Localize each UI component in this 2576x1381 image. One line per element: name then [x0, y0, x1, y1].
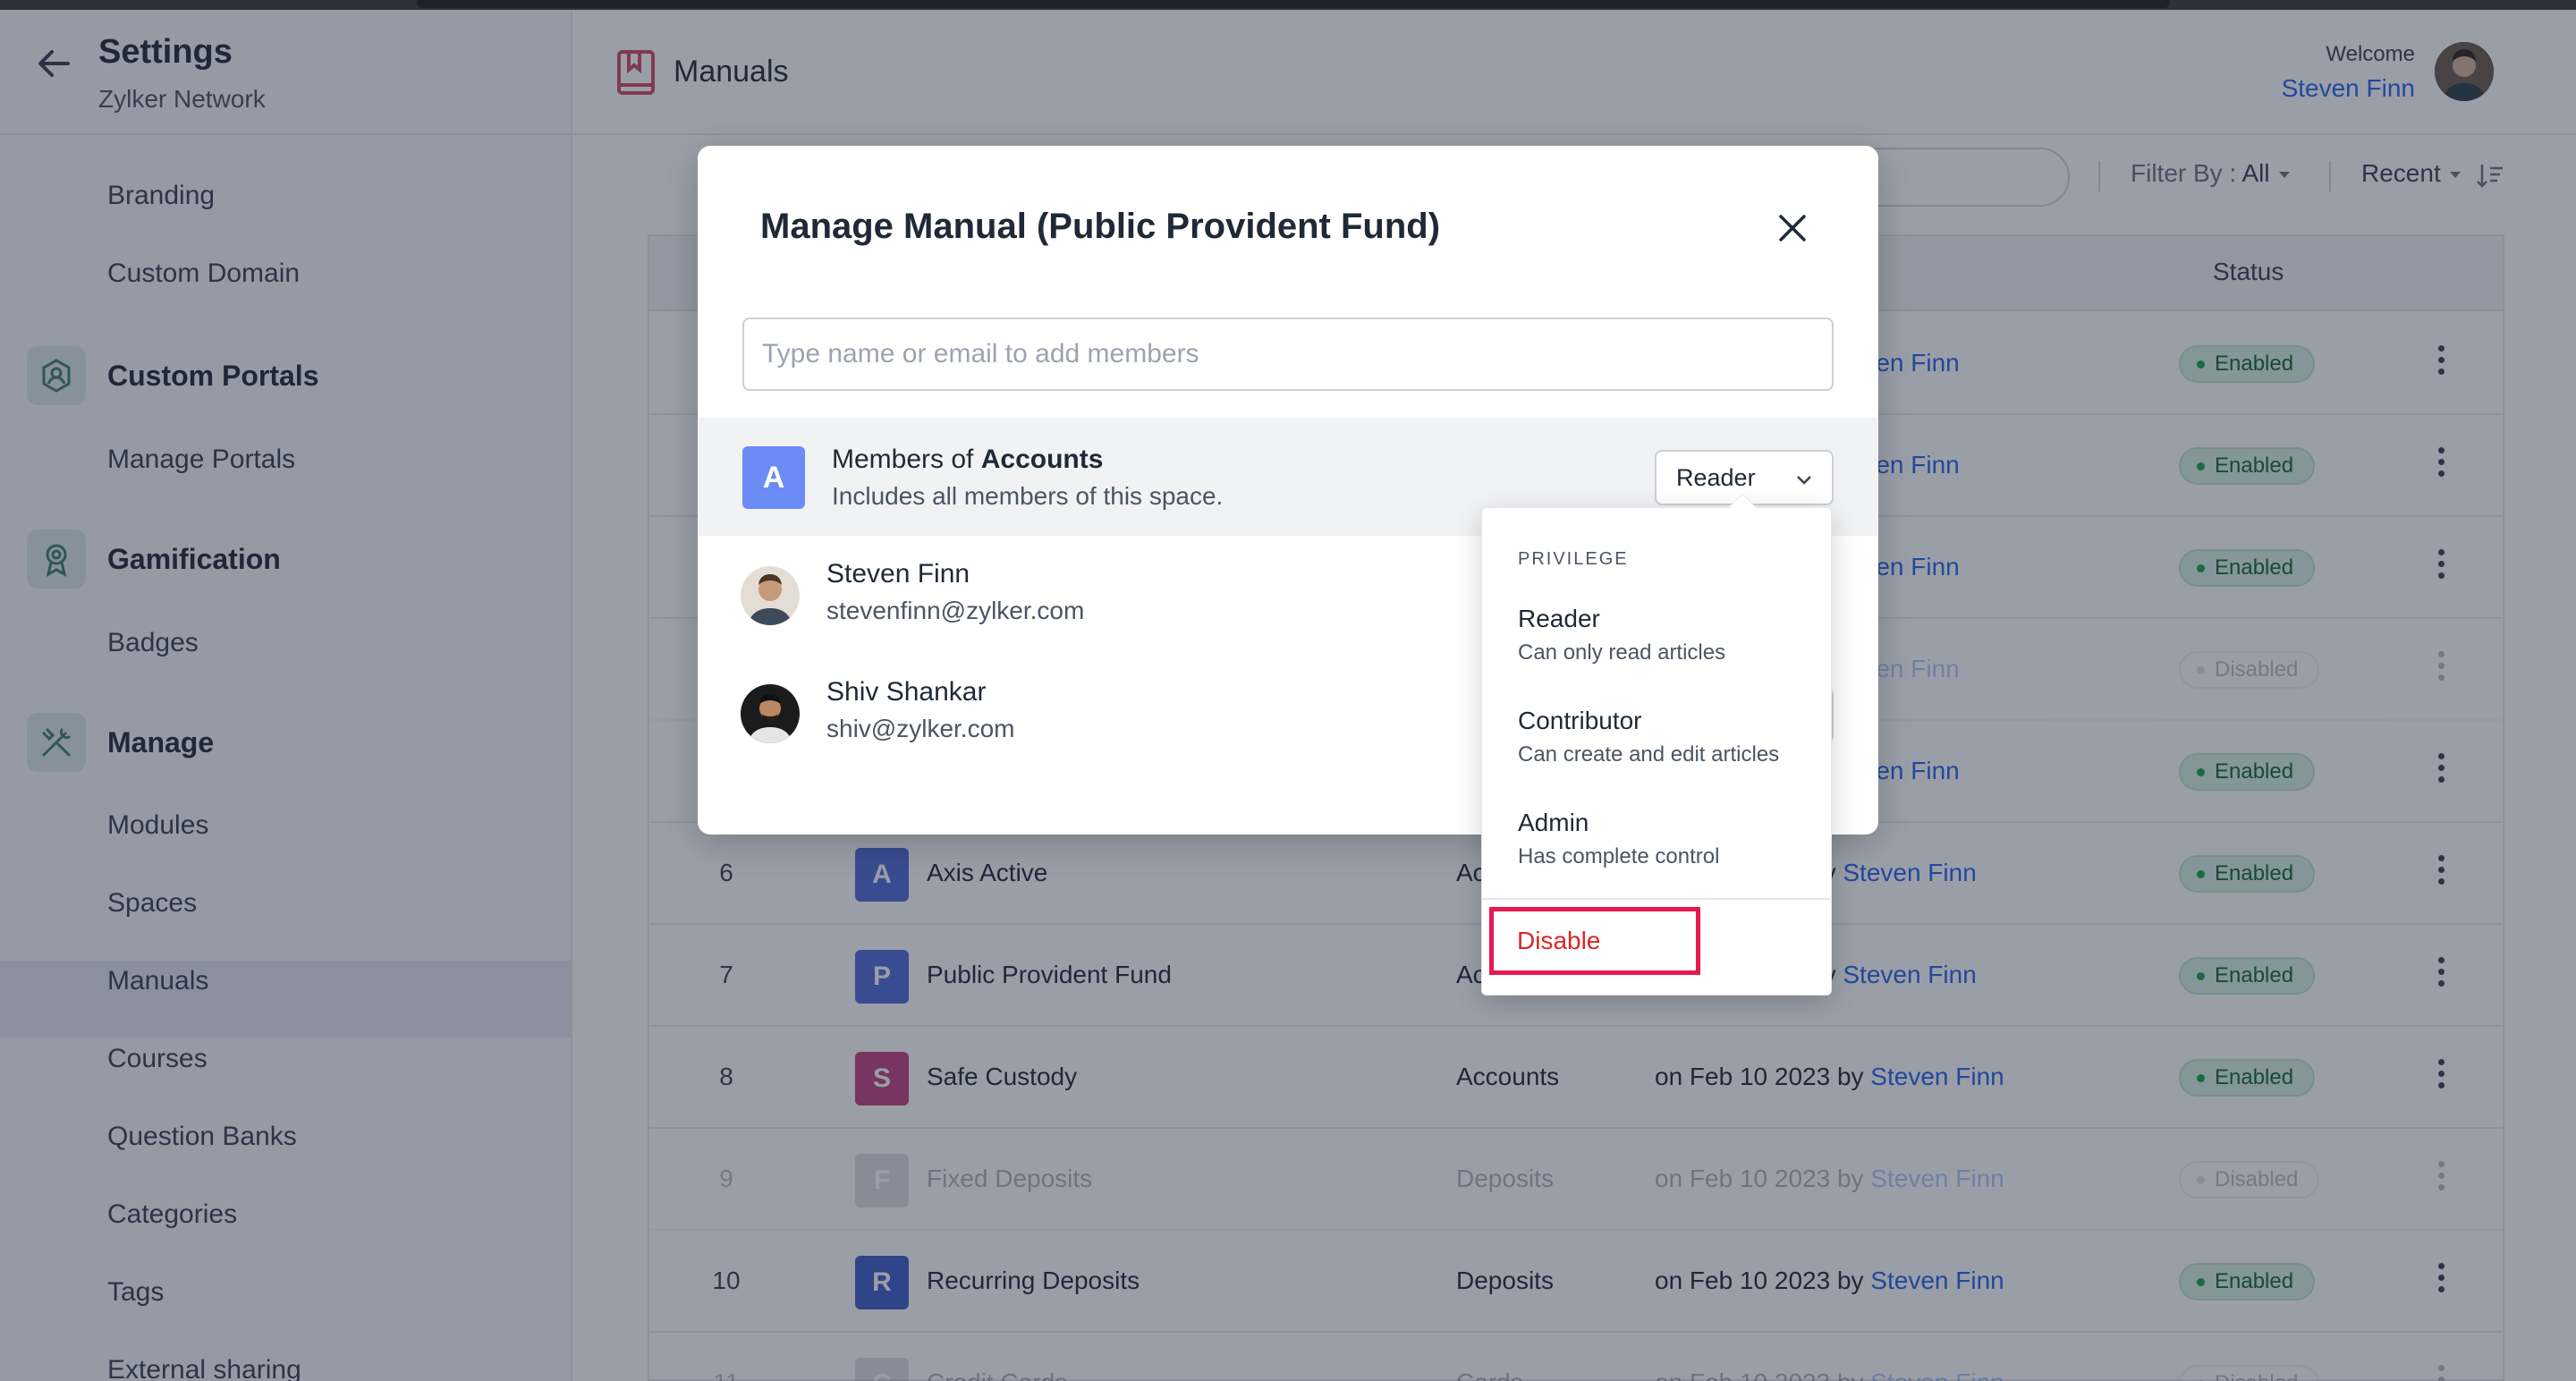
group-name-prefix: Members of [832, 445, 974, 474]
privilege-option-admin[interactable]: Admin Has complete control [1518, 809, 1813, 869]
member-email: stevenfinn@zylker.com [826, 597, 1085, 624]
dropdown-heading: PRIVILEGE [1518, 549, 1629, 569]
option-title: Contributor [1518, 707, 1642, 734]
privilege-dropdown: PRIVILEGE Reader Can only read articles … [1481, 493, 1832, 996]
close-icon[interactable] [1775, 210, 1810, 246]
privilege-option-reader[interactable]: Reader Can only read articles [1518, 605, 1813, 665]
dropdown-divider [1482, 898, 1831, 900]
role-select-value: Reader [1676, 463, 1756, 491]
option-description: Can create and edit articles [1518, 742, 1780, 767]
group-description: Includes all members of this space. [832, 482, 1224, 510]
disable-option[interactable]: Disable [1489, 907, 1700, 975]
option-title: Admin [1518, 809, 1589, 836]
group-name: Members of Accounts [832, 445, 1103, 475]
member-email: shiv@zylker.com [826, 715, 1015, 742]
option-description: Can only read articles [1518, 640, 1726, 665]
add-members-input[interactable] [742, 318, 1834, 391]
option-title: Reader [1518, 605, 1600, 632]
privilege-option-contributor[interactable]: Contributor Can create and edit articles [1518, 707, 1813, 767]
avatar [741, 684, 800, 743]
group-name-bold: Accounts [980, 445, 1104, 474]
chevron-down-icon [1797, 476, 1811, 485]
dialog-title: Manage Manual (Public Provident Fund) [760, 207, 1441, 246]
option-description: Has complete control [1518, 844, 1720, 868]
member-name: Shiv Shankar [826, 677, 987, 707]
member-name: Steven Finn [826, 559, 970, 589]
group-avatar: A [742, 446, 805, 509]
avatar [741, 566, 800, 625]
